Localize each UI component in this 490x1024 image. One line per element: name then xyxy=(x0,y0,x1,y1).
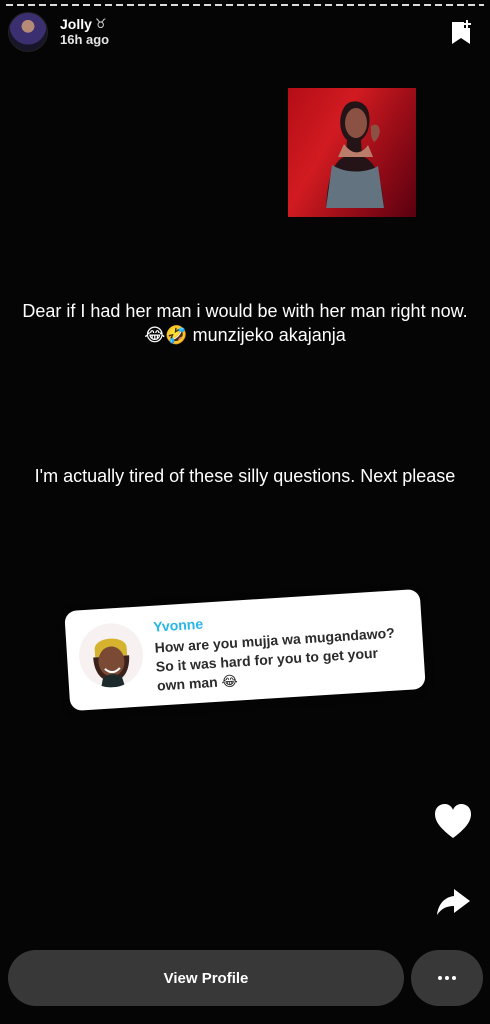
more-dots-icon xyxy=(438,976,456,980)
view-profile-button[interactable]: View Profile xyxy=(8,950,404,1006)
question-content: Yvonne How are you mujja wa mugandawo? S… xyxy=(153,603,411,695)
story-header: Jolly ♉ 16h ago xyxy=(8,12,109,52)
username-row: Jolly ♉ xyxy=(60,16,109,32)
question-avatar xyxy=(77,621,146,690)
username[interactable]: Jolly xyxy=(60,16,92,32)
woman-photo-figure xyxy=(326,101,384,208)
story-time: 16h ago xyxy=(60,31,110,47)
story-photo xyxy=(288,88,416,217)
bitmoji-avatar xyxy=(79,623,144,689)
share-arrow-icon[interactable] xyxy=(432,881,474,923)
heart-icon[interactable] xyxy=(432,801,474,843)
story-screen: Jolly ♉ 16h ago Dear if I had her man i … xyxy=(0,0,490,1024)
user-avatar[interactable] xyxy=(8,12,48,52)
question-card[interactable]: Yvonne How are you mujja wa mugandawo? S… xyxy=(64,588,426,712)
bookmark-plus-icon[interactable] xyxy=(450,20,472,46)
story-progress-bar xyxy=(6,4,484,6)
question-text: How are you mujja wa mugandawo? So it wa… xyxy=(154,624,396,694)
zodiac-icon: ♉ xyxy=(94,16,107,32)
story-user-meta: Jolly ♉ 16h ago xyxy=(60,16,109,47)
more-options-button[interactable] xyxy=(411,950,483,1006)
story-caption-one: Dear if I had her man i would be with he… xyxy=(22,301,468,346)
story-caption-two: I'm actually tired of these silly questi… xyxy=(34,466,456,486)
